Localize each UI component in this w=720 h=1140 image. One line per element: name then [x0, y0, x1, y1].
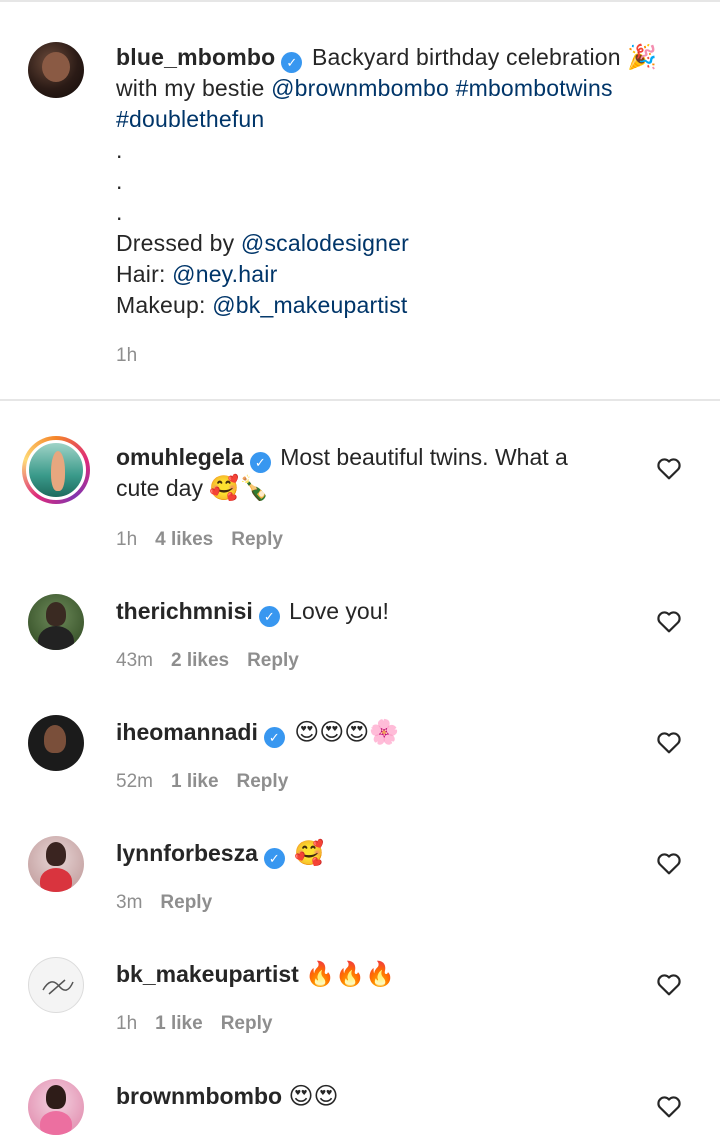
verified-badge-icon: ✓	[263, 727, 285, 748]
comment-emojis: 😍😍😍🌸	[294, 718, 400, 746]
comment-emojis: 🥰🍾	[209, 474, 270, 502]
caption-text-start: Backyard birthday celebration	[311, 44, 621, 70]
comment-username[interactable]: bk_makeupartist	[116, 961, 299, 987]
dressed-label: Dressed by	[116, 230, 241, 256]
reply-button[interactable]: Reply	[247, 650, 299, 671]
heart-outline-icon[interactable]	[656, 456, 682, 480]
comment-body: lynnforbesza ✓ 🥰	[116, 838, 636, 869]
post-caption: blue_mbombo ✓ Backyard birthday celebrati…	[0, 0, 720, 400]
comment-username[interactable]: brownmbombo	[116, 1083, 282, 1109]
caption-line2-prefix: with my bestie	[116, 75, 272, 101]
comment-username[interactable]: omuhlegela	[116, 444, 244, 470]
caption-dot: .	[116, 168, 123, 194]
comment-time: 52m	[116, 771, 153, 792]
comment-meta: 3m Reply	[116, 892, 230, 914]
party-popper-emoji: 🎉	[627, 43, 658, 71]
comment-body: iheomannadi ✓ 😍😍😍🌸	[116, 717, 636, 748]
comment-time: 1h	[116, 1013, 138, 1034]
comment-emojis: 🥰	[294, 839, 325, 867]
heart-outline-icon[interactable]	[656, 609, 682, 633]
heart-outline-icon[interactable]	[656, 730, 682, 754]
comment-meta: 1h 4 likes Reply	[116, 529, 301, 551]
mention-scalodesigner[interactable]: @scalodesigner	[241, 230, 409, 256]
author-username[interactable]: blue_mbombo	[116, 44, 275, 70]
hashtag-doublethefun[interactable]: #doublethefun	[116, 106, 264, 132]
comment-time: 1h	[116, 529, 138, 550]
comment-likes[interactable]: 2 likes	[171, 650, 229, 671]
comment-meta: 1h 1 like Reply	[116, 1013, 290, 1035]
comment-time: 43m	[116, 650, 153, 671]
mention-bk-makeupartist[interactable]: @bk_makeupartist	[212, 292, 407, 318]
caption-dot: .	[116, 137, 123, 163]
comment-emojis: 🔥🔥🔥	[305, 960, 395, 988]
verified-badge-icon: ✓	[258, 606, 280, 627]
comment-body: bk_makeupartist 🔥🔥🔥	[116, 959, 636, 990]
author-avatar[interactable]	[28, 42, 84, 98]
reply-button[interactable]: Reply	[221, 1013, 273, 1034]
caption-timestamp: 1h	[116, 345, 138, 366]
makeup-label: Makeup:	[116, 292, 213, 318]
verified-badge-icon: ✓	[249, 452, 271, 473]
heart-outline-icon[interactable]	[656, 1094, 682, 1118]
comment-text-line2: cute day	[116, 475, 203, 501]
hashtag-mbombotwins[interactable]: #mbombotwins	[456, 75, 613, 101]
caption-dot: .	[116, 199, 123, 225]
commenter-avatar[interactable]	[28, 1079, 84, 1135]
commenter-avatar[interactable]	[22, 436, 90, 504]
comment-likes[interactable]: 4 likes	[155, 529, 213, 550]
comment-meta: 43m 2 likes Reply	[116, 650, 317, 672]
commenter-avatar[interactable]	[28, 594, 84, 650]
commenter-avatar[interactable]	[28, 715, 84, 771]
reply-button[interactable]: Reply	[237, 771, 289, 792]
mention-brownmbombo[interactable]: @brownmbombo	[271, 75, 449, 101]
reply-button[interactable]: Reply	[231, 529, 283, 550]
caption-text: blue_mbombo ✓ Backyard birthday celebrati…	[116, 42, 686, 321]
comment-likes[interactable]: 1 like	[171, 771, 219, 792]
heart-outline-icon[interactable]	[656, 972, 682, 996]
comment-likes[interactable]: 1 like	[155, 1013, 203, 1034]
caption-divider	[0, 399, 720, 401]
verified-badge-icon: ✓	[281, 52, 303, 73]
comment-body: omuhlegela ✓ Most beautiful twins. What a…	[116, 442, 636, 504]
commenter-avatar[interactable]	[28, 836, 84, 892]
comment-body: brownmbombo 😍😍	[116, 1081, 636, 1112]
mention-ney-hair[interactable]: @ney.hair	[172, 261, 277, 287]
verified-badge-icon: ✓	[263, 848, 285, 869]
hair-label: Hair:	[116, 261, 173, 287]
heart-outline-icon[interactable]	[656, 851, 682, 875]
comment-username[interactable]: therichmnisi	[116, 598, 253, 624]
comment-meta: 52m 1 like Reply	[116, 771, 306, 793]
commenter-avatar[interactable]	[28, 957, 84, 1013]
comment-text: Love you!	[289, 598, 389, 624]
comment-username[interactable]: lynnforbesza	[116, 840, 258, 866]
comment-time: 3m	[116, 892, 143, 913]
comment-username[interactable]: iheomannadi	[116, 719, 258, 745]
comment-body: therichmnisi ✓ Love you!	[116, 596, 636, 627]
reply-button[interactable]: Reply	[160, 892, 212, 913]
comment-text: Most beautiful twins. What a	[280, 444, 568, 470]
comment-emojis: 😍😍	[288, 1082, 339, 1110]
